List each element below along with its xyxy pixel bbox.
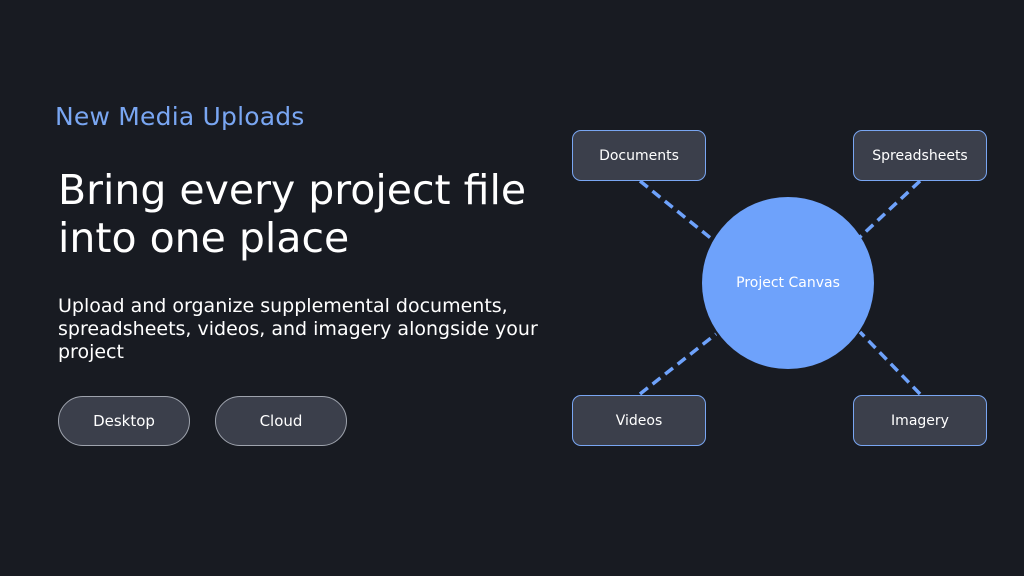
project-canvas-hub: Project Canvas [702, 197, 874, 369]
page-headline: Bring every project file into one place [58, 166, 527, 262]
section-eyebrow: New Media Uploads [55, 102, 305, 131]
node-label: Spreadsheets [872, 147, 968, 164]
node-documents: Documents [572, 130, 706, 181]
node-label: Imagery [891, 412, 949, 429]
node-imagery: Imagery [853, 395, 987, 446]
page-description: Upload and organize supplemental documen… [58, 295, 538, 363]
connector-imagery [858, 330, 922, 396]
node-label: Videos [615, 412, 663, 429]
desktop-upload-button[interactable]: Desktop [58, 396, 190, 446]
node-videos: Videos [572, 395, 706, 446]
node-label: Documents [599, 147, 679, 164]
cloud-upload-button[interactable]: Cloud [215, 396, 347, 446]
hub-label: Project Canvas [736, 275, 840, 291]
connector-spreadsheets [858, 179, 922, 239]
node-spreadsheets: Spreadsheets [853, 130, 987, 181]
connector-videos [638, 332, 718, 396]
connector-documents [638, 179, 715, 242]
